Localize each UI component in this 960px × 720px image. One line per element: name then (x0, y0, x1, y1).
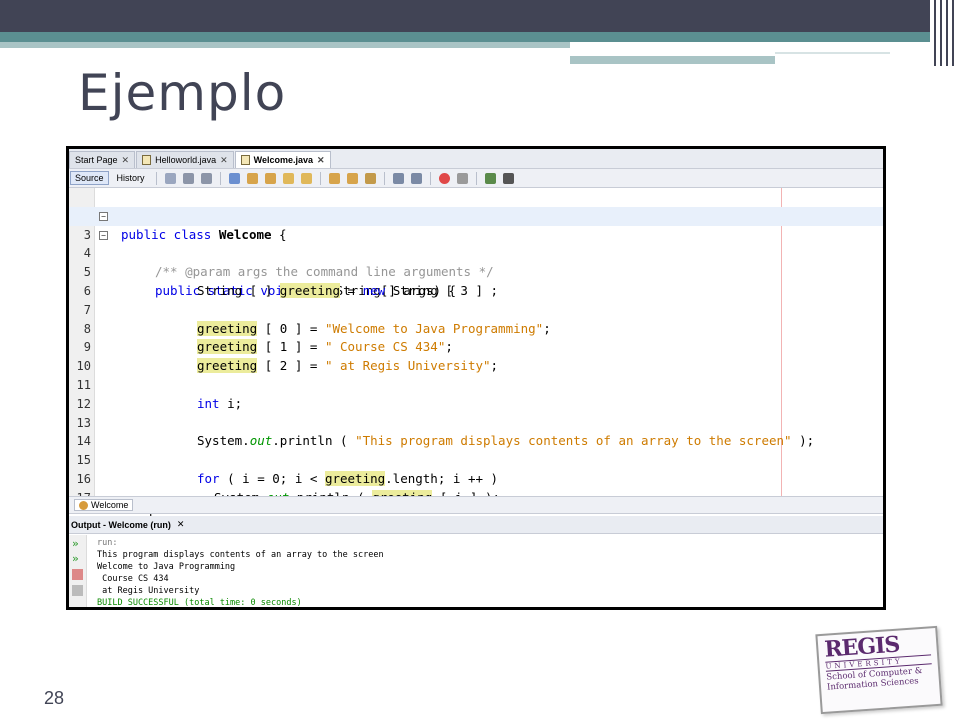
toolbar-separator (475, 171, 477, 185)
comment-icon[interactable] (484, 172, 496, 184)
tab-helloworld-java[interactable]: Helloworld.java ✕ (136, 151, 234, 168)
shift-right-icon[interactable] (410, 172, 422, 184)
settings-icon[interactable] (72, 585, 83, 596)
ide-window: Start Page ✕ Helloworld.java ✕ Welcome.j… (69, 149, 883, 607)
slide-accent-line (0, 42, 570, 48)
code-line: 6 (69, 263, 883, 298)
close-icon[interactable]: ✕ (317, 155, 325, 166)
java-file-icon (142, 155, 152, 165)
fold-toggle-icon[interactable]: − (99, 230, 108, 240)
close-icon[interactable]: ✕ (122, 155, 130, 166)
navigation-bar: Welcome (69, 496, 883, 514)
code-line: 4 − public static void main(String[] arg… (69, 226, 883, 298)
previous-bookmark-icon[interactable] (328, 172, 340, 184)
code-line: 10 (69, 338, 883, 373)
history-button[interactable]: History (112, 171, 150, 185)
code-line: 8 greeting [ 1 ] = " Course CS 434"; (69, 301, 883, 355)
slide-corner-stripes (930, 0, 960, 66)
toolbar-separator (319, 171, 321, 185)
uncomment-icon[interactable] (502, 172, 514, 184)
slide-header-bar (0, 0, 960, 32)
toolbar-separator (383, 171, 385, 185)
fold-toggle-icon[interactable]: − (99, 211, 108, 221)
code-line: 16 System.out.println ( greeting [ i ] )… (69, 451, 883, 505)
output-line: run: (97, 538, 118, 548)
forward-icon[interactable] (200, 172, 212, 184)
rerun-icon[interactable]: » (72, 537, 83, 550)
tab-label: Helloworld.java (155, 155, 217, 165)
last-edit-icon[interactable] (164, 172, 176, 184)
slide-accent-line-right (570, 56, 775, 64)
code-line-current: 3 − /** @param args the command line arg… (69, 206, 883, 279)
record-macro-icon[interactable] (438, 172, 450, 184)
java-file-icon (240, 155, 250, 165)
find-icon[interactable] (228, 172, 240, 184)
code-line: 15 for ( i = 0; i < greeting.length; i +… (69, 432, 883, 486)
toolbar-separator (219, 171, 221, 185)
output-tab-bar: Output - Welcome (run) ✕ (69, 516, 883, 534)
tab-welcome-java[interactable]: Welcome.java ✕ (234, 151, 331, 168)
toggle-search-icon[interactable] (300, 172, 312, 184)
output-line: Welcome to Java Programming (97, 562, 236, 572)
stop-icon[interactable] (72, 569, 83, 580)
toolbar-separator (429, 171, 431, 185)
tab-output-welcome-run[interactable]: Output - Welcome (run) (71, 520, 171, 530)
code-line: 13 System.out.println ( "This program di… (69, 395, 883, 449)
code-editor[interactable]: 2 public class Welcome { 3 − /** @param … (69, 188, 883, 524)
rerun-with-args-icon[interactable]: » (72, 552, 83, 565)
tab-label: Welcome.java (253, 155, 314, 165)
output-line: at Regis University (97, 586, 200, 596)
close-icon[interactable]: ✕ (177, 519, 185, 530)
class-nav-item[interactable]: Welcome (74, 499, 134, 511)
next-bookmark-icon[interactable] (346, 172, 358, 184)
code-line: 17 } (69, 470, 883, 524)
code-line: 9 greeting [ 2 ] = " at Regis University… (69, 320, 883, 374)
page-number: 28 (44, 688, 65, 708)
find-next-icon[interactable] (264, 172, 276, 184)
close-icon[interactable]: ✕ (220, 155, 228, 166)
slide-thin-line (775, 52, 890, 54)
slide-accent-bar (0, 32, 960, 42)
code-line: 14 (69, 414, 883, 448)
slide-title: Ejemplo (78, 64, 287, 122)
find-previous-icon[interactable] (246, 172, 258, 184)
source-button[interactable]: Source (70, 171, 109, 185)
code-line: 12 (69, 376, 883, 411)
class-nav-label: Welcome (91, 500, 129, 510)
code-line: 5 String [ ] greeting = new String [ 3 ]… (69, 244, 883, 298)
code-line: 11 int i; (69, 357, 883, 411)
tab-start-page[interactable]: Start Page ✕ (69, 151, 136, 168)
toggle-highlight-icon[interactable] (282, 172, 294, 184)
shift-left-icon[interactable] (392, 172, 404, 184)
stop-macro-icon[interactable] (456, 172, 468, 184)
output-text: run: This program displays contents of a… (97, 537, 384, 607)
output-sidebar: » » (69, 535, 87, 607)
class-icon (79, 500, 88, 510)
toggle-bookmark-icon[interactable] (364, 172, 376, 184)
regis-university-logo: REGIS UNIVERSITY School of Computer & In… (815, 625, 943, 715)
editor-toolbar: Source History (69, 169, 883, 188)
output-line-build-status: BUILD SUCCESSFUL (total time: 0 seconds) (97, 598, 302, 607)
output-line: Course CS 434 (97, 574, 169, 584)
code-line: 7 greeting [ 0 ] = "Welcome to Java Prog… (69, 282, 883, 336)
ide-screenshot: Start Page ✕ Helloworld.java ✕ Welcome.j… (66, 146, 886, 610)
back-icon[interactable] (182, 172, 194, 184)
toolbar-separator (155, 171, 157, 185)
tab-label: Start Page (75, 155, 118, 165)
editor-tabs: Start Page ✕ Helloworld.java ✕ Welcome.j… (69, 149, 883, 169)
output-line: This program displays contents of an arr… (97, 550, 384, 560)
output-panel: » » run: This program displays contents … (69, 535, 883, 607)
code-line: 2 public class Welcome { (69, 188, 883, 242)
